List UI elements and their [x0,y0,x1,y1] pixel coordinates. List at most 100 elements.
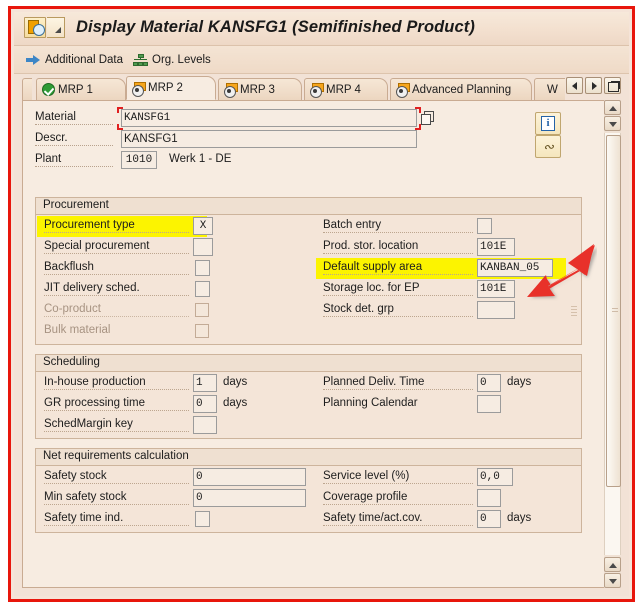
tab-strip-left-edge [22,78,32,100]
plant-description: Werk 1 - DE [169,153,232,165]
backflush-checkbox[interactable] [195,260,210,276]
tab-w-label: W [547,83,558,96]
safety-stock-input[interactable] [193,468,306,486]
annotation-red-frame: Display Material KANSFG1 (Semifinished P… [8,6,635,602]
material-row: Material [35,107,575,130]
tab-mrp-2[interactable]: MRP 2 [126,76,216,100]
group-procurement-title: Procurement [36,198,581,215]
page-radio-icon [224,83,238,98]
gr-processing-time-label: GR processing time [44,397,189,411]
descr-input[interactable] [121,130,417,148]
procurement-type-input[interactable] [193,217,213,235]
value-help-icon[interactable] [421,111,435,126]
signature-icon: ∾ [543,139,554,154]
scroll-right-icon[interactable] [585,77,602,94]
row-batch-entry: Batch entry [323,217,573,236]
tab-advanced-planning[interactable]: Advanced Planning [390,78,532,100]
window-title: Display Material KANSFG1 (Semifinished P… [76,18,475,36]
scroll-page-up-button[interactable] [604,116,621,131]
special-procurement-input[interactable] [193,238,213,256]
storage-loc-for-ep-input[interactable] [477,280,515,298]
form-vertical-scrollbar[interactable] [604,100,621,588]
scroll-left-icon[interactable] [566,77,583,94]
long-text-button[interactable]: ∾ [535,135,561,158]
menu-arrow-icon[interactable] [47,17,65,38]
schedmargin-key-input[interactable] [193,416,217,434]
tab-mrp-1[interactable]: MRP 1 [36,78,126,100]
planning-calendar-label: Planning Calendar [323,397,418,409]
coverage-profile-input[interactable] [477,489,501,507]
in-house-production-label: In-house production [44,376,189,390]
schedmargin-key-label: SchedMargin key [44,418,189,432]
scroll-up-button[interactable] [604,100,621,115]
row-jit-delivery-sched: JIT delivery sched. [44,280,304,299]
jit-delivery-sched-checkbox[interactable] [195,281,210,297]
stock-det-grp-input[interactable] [477,301,515,319]
tab-mrp-4-label: MRP 4 [326,83,361,96]
plant-label: Plant [35,153,113,167]
material-label: Material [35,111,113,125]
tab-advanced-planning-label: Advanced Planning [412,83,512,96]
row-procurement-type: Procurement type [44,217,304,236]
prod-stor-location-input[interactable] [477,238,515,256]
page-radio-icon [396,83,410,98]
row-safety-time-ind: Safety time ind. [44,510,314,529]
row-in-house-production: In-house production days [44,374,304,393]
safety-stock-label: Safety stock [44,470,189,484]
application-toolbar: Additional Data Org. Levels [14,46,629,74]
planned-deliv-time-label: Planned Deliv. Time [323,376,473,390]
additional-data-button[interactable]: Additional Data [26,50,123,70]
scroll-page-down-button[interactable] [604,557,621,572]
batch-entry-checkbox[interactable] [477,218,492,234]
plant-input[interactable] [121,151,157,169]
planning-calendar-input[interactable] [477,395,501,413]
org-levels-icon [133,53,148,67]
group-net-requirements: Net requirements calculation Safety stoc… [35,448,582,533]
org-levels-label: Org. Levels [152,54,211,66]
tab-mrp-3[interactable]: MRP 3 [218,78,302,100]
min-safety-stock-input[interactable] [193,489,306,507]
scrollbar-thumb[interactable] [606,135,621,487]
gr-processing-time-input[interactable] [193,395,217,413]
co-product-label: Co-product [44,303,189,317]
row-co-product: Co-product [44,301,304,320]
form-scroll-area: Material Descr. [23,101,608,587]
tab-list-icon[interactable] [604,77,621,94]
safety-time-ind-checkbox[interactable] [195,511,210,527]
service-level-input[interactable] [477,468,513,486]
row-stock-det-grp: Stock det. grp [323,301,573,320]
row-safety-time-act-cov: Safety time/act.cov. days [323,510,573,529]
org-levels-button[interactable]: Org. Levels [133,50,211,70]
group-net-requirements-title: Net requirements calculation [36,449,581,466]
gr-processing-time-unit: days [223,397,248,409]
scrollbar-track[interactable] [604,133,621,555]
info-button[interactable]: i [535,112,561,135]
in-house-production-input[interactable] [193,374,217,392]
co-product-checkbox [195,303,209,317]
safety-time-act-cov-input[interactable] [477,510,501,528]
additional-data-label: Additional Data [45,54,123,66]
tab-mrp-4[interactable]: MRP 4 [304,78,388,100]
row-safety-stock: Safety stock [44,468,314,487]
material-header-fields: Material Descr. [35,107,575,172]
row-gr-processing-time: GR processing time days [44,395,304,414]
material-input[interactable] [121,109,417,127]
tab-mrp-2-label: MRP 2 [148,82,183,94]
row-schedmargin-key: SchedMargin key [44,416,304,435]
green-check-icon [42,83,55,96]
row-planned-deliv-time: Planned Deliv. Time days [323,374,573,393]
default-supply-area-input[interactable] [477,259,553,277]
page-radio-icon [310,83,324,98]
tab-navigation [566,77,621,94]
group-resize-grip [571,306,577,318]
planned-deliv-time-input[interactable] [477,374,501,392]
scroll-down-button[interactable] [604,573,621,588]
min-safety-stock-label: Min safety stock [44,491,189,505]
row-backflush: Backflush [44,259,304,278]
special-procurement-label: Special procurement [44,240,189,254]
tab-w[interactable]: W [534,78,565,100]
tab-mrp-1-label: MRP 1 [58,83,93,96]
info-icon: i [541,116,555,131]
tab-strip: MRP 1 MRP 2 MRP 3 MRP 4 Advanced Plannin… [14,74,629,100]
screenshot-root: Display Material KANSFG1 (Semifinished P… [0,0,641,608]
